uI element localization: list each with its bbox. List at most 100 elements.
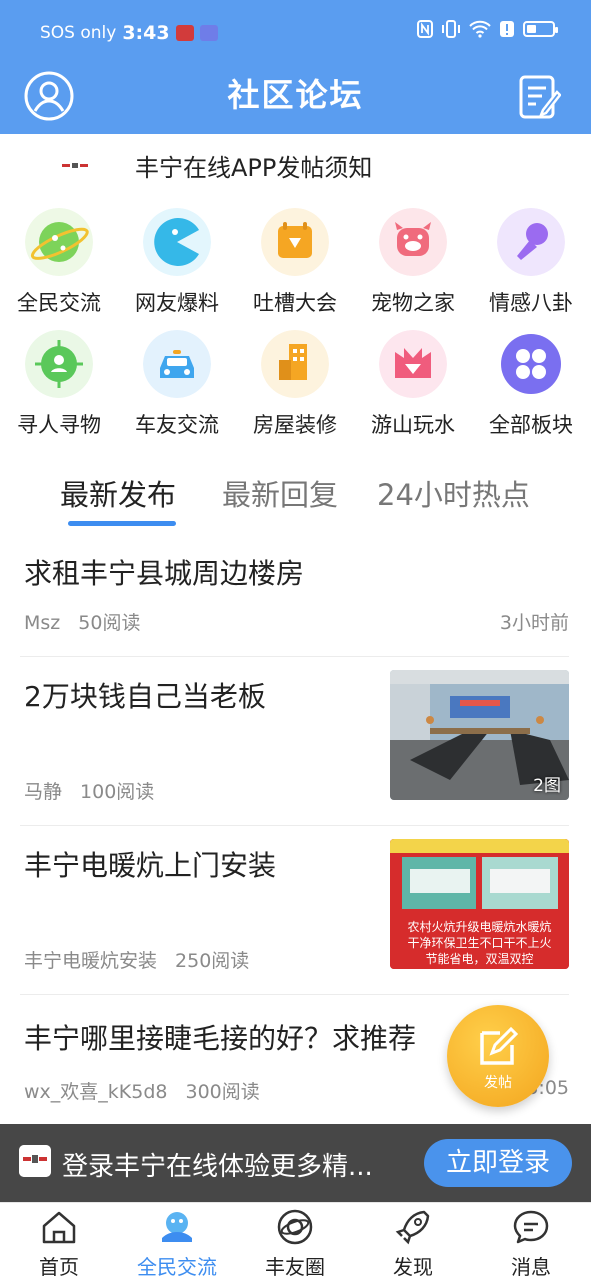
post-reads: 100阅读 xyxy=(80,781,155,803)
notice-text: 丰宁在线APP发帖须知 xyxy=(135,154,373,182)
category-house[interactable]: 房屋装修 xyxy=(236,320,354,440)
new-post-button[interactable]: 发帖 xyxy=(447,1005,549,1107)
post-author: Msz xyxy=(24,612,61,634)
post-meta: 丰宁电暖炕安装 250阅读 xyxy=(24,946,249,973)
planet-icon xyxy=(25,208,93,276)
category-lostfound[interactable]: 寻人寻物 xyxy=(0,320,118,440)
nav-label: 首页 xyxy=(39,1255,79,1279)
nav-friends-circle[interactable]: 丰友圈 xyxy=(236,1203,354,1280)
post-item[interactable]: 丰宁电暖炕上门安装 丰宁电暖炕安装 250阅读 农村火炕升级电暖炕水暖炕 干净环保… xyxy=(0,826,591,994)
bottom-nav: 首页 全民交流 丰友圈 发现 消息 xyxy=(0,1202,591,1280)
fab-label: 发帖 xyxy=(484,1075,512,1091)
mountain-icon xyxy=(379,330,447,398)
page-title: 社区论坛 xyxy=(227,76,364,114)
alert-icon xyxy=(500,21,514,37)
app-notification-icon-2 xyxy=(199,25,218,41)
post-reads: 300阅读 xyxy=(185,1081,260,1103)
post-title: 求租丰宁县城周边楼房 xyxy=(24,557,305,590)
nfc-icon xyxy=(417,20,433,38)
status-bar: SOS only 3:43 xyxy=(0,18,591,48)
nav-community[interactable]: 全民交流 xyxy=(118,1203,236,1280)
category-label: 吐槽大会 xyxy=(253,291,337,315)
category-label: 全民交流 xyxy=(17,291,101,315)
app-notification-icon xyxy=(175,25,194,41)
category-cars[interactable]: 车友交流 xyxy=(118,320,236,440)
wifi-icon xyxy=(469,20,491,38)
building-icon xyxy=(261,330,329,398)
post-meta: wx_欢喜_kK5d8 300阅读 xyxy=(24,1077,260,1104)
login-button[interactable]: 立即登录 xyxy=(424,1139,572,1187)
post-thumbnail[interactable]: 农村火炕升级电暖炕水暖炕 干净环保卫生不口干不上火 节能省电，双温双控 xyxy=(390,839,569,969)
category-label: 宠物之家 xyxy=(371,291,455,315)
post-author: 马静 xyxy=(24,781,63,803)
post-title: 丰宁电暖炕上门安装 xyxy=(24,849,277,882)
tab-latest-posts[interactable]: 最新发布 xyxy=(60,472,176,514)
vibrate-icon xyxy=(442,20,460,38)
post-title: 丰宁哪里接睫毛接的好？求推荐 xyxy=(24,1022,417,1055)
locate-person-icon xyxy=(25,330,93,398)
category-baoliao[interactable]: 网友爆料 xyxy=(118,198,236,318)
nav-label: 全民交流 xyxy=(137,1255,217,1279)
category-label: 全部板块 xyxy=(489,413,573,437)
category-label: 情感八卦 xyxy=(489,291,573,315)
site-logo-icon xyxy=(62,163,88,168)
nav-home[interactable]: 首页 xyxy=(0,1203,118,1280)
ad-caption: 农村火炕升级电暖炕水暖炕 干净环保卫生不口干不上火 节能省电，双温双控 xyxy=(390,919,569,967)
clock: 3:43 xyxy=(122,22,170,44)
image-count: 2图 xyxy=(533,776,561,796)
category-label: 车友交流 xyxy=(135,413,219,437)
post-author: wx_欢喜_kK5d8 xyxy=(24,1081,168,1103)
post-meta: Msz 50阅读 xyxy=(24,608,140,635)
pacman-icon xyxy=(143,208,211,276)
active-tab-indicator xyxy=(68,521,176,526)
microphone-icon xyxy=(497,208,565,276)
tab-latest-replies[interactable]: 最新回复 xyxy=(222,472,338,514)
site-logo-icon xyxy=(19,1145,51,1177)
category-grid: 全民交流 网友爆料 吐槽大会 宠物之家 情感八卦 寻人寻物 车友交流 房屋装修 … xyxy=(0,198,591,443)
post-meta: 马静 100阅读 xyxy=(24,777,154,804)
category-label: 房屋装修 xyxy=(253,413,337,437)
ad-caption-line: 干净环保卫生不口干不上火 xyxy=(407,936,552,950)
community-icon xyxy=(162,1212,192,1242)
category-quanmin[interactable]: 全民交流 xyxy=(0,198,118,318)
post-reads: 250阅读 xyxy=(175,950,250,972)
planet-ring-icon xyxy=(277,1209,313,1245)
category-all-boards[interactable]: 全部板块 xyxy=(472,320,590,440)
compose-icon[interactable] xyxy=(519,74,561,120)
tab-24h-hot[interactable]: 24小时热点 xyxy=(377,472,530,514)
app-header: SOS only 3:43 社区论坛 xyxy=(0,0,591,134)
feed-tabs: 最新发布 最新回复 24小时热点 xyxy=(0,460,591,530)
category-travel[interactable]: 游山玩水 xyxy=(354,320,472,440)
nav-discover[interactable]: 发现 xyxy=(354,1203,472,1280)
battery-icon xyxy=(523,21,558,37)
post-thumbnail[interactable]: 2图 xyxy=(390,670,569,800)
login-banner: 登录丰宁在线体验更多精... 立即登录 xyxy=(0,1124,591,1202)
post-time: 3小时前 xyxy=(499,612,569,634)
login-prompt-text: 登录丰宁在线体验更多精... xyxy=(62,1152,373,1182)
clover-icon xyxy=(501,334,561,394)
car-icon xyxy=(143,330,211,398)
category-label: 寻人寻物 xyxy=(17,413,101,437)
posting-notice[interactable]: 丰宁在线APP发帖须知 xyxy=(0,134,591,198)
category-tucao[interactable]: 吐槽大会 xyxy=(236,198,354,318)
message-icon xyxy=(513,1210,549,1244)
post-item[interactable]: 2万块钱自己当老板 马静 100阅读 2图 xyxy=(0,657,591,825)
nav-label: 消息 xyxy=(511,1255,551,1279)
category-gossip[interactable]: 情感八卦 xyxy=(472,198,590,318)
category-label: 网友爆料 xyxy=(135,291,219,315)
post-title: 2万块钱自己当老板 xyxy=(24,680,266,713)
edit-icon xyxy=(480,1026,518,1065)
calendar-icon xyxy=(261,208,329,276)
rocket-icon xyxy=(395,1210,430,1245)
pig-icon xyxy=(379,208,447,276)
category-label: 游山玩水 xyxy=(371,413,455,437)
post-author: 丰宁电暖炕安装 xyxy=(24,950,158,972)
post-reads: 50阅读 xyxy=(78,612,141,634)
nav-messages[interactable]: 消息 xyxy=(472,1203,590,1280)
page: SOS only 3:43 社区论坛 丰宁在线APP发帖须知 全民交流 网友爆料… xyxy=(0,0,591,1280)
category-pets[interactable]: 宠物之家 xyxy=(354,198,472,318)
nav-label: 发现 xyxy=(393,1255,433,1279)
home-icon xyxy=(42,1211,76,1244)
nav-label: 丰友圈 xyxy=(265,1255,325,1279)
post-item[interactable]: 求租丰宁县城周边楼房 Msz 50阅读 3小时前 xyxy=(0,538,591,656)
